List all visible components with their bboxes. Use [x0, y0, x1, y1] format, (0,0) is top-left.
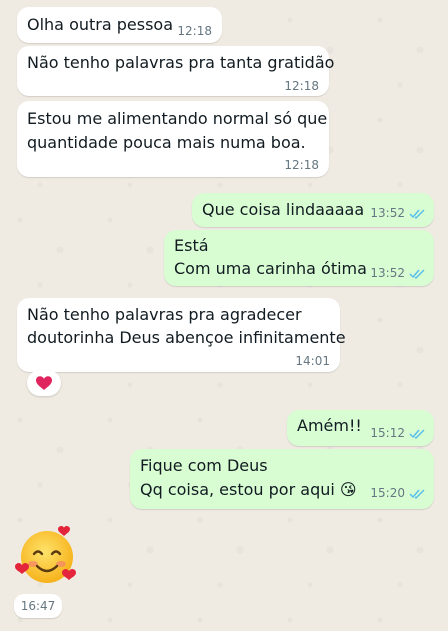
message-time: 12:18	[177, 24, 212, 38]
emoji-time-badge: 16:47	[14, 594, 62, 618]
read-receipt-icon	[409, 268, 426, 279]
message-text: Que coisa lindaaaaa	[202, 200, 365, 219]
message-text: Olha outra pessoa	[27, 15, 174, 34]
message-time: 15:20	[370, 486, 426, 500]
message-text: Qq coisa, estou por aqui 😘	[140, 480, 357, 499]
emoji-message[interactable]: 16:47	[14, 524, 84, 624]
message-bubble-outgoing[interactable]: Fique com Deus Qq coisa, estou por aqui …	[130, 449, 434, 509]
red-heart-icon	[36, 375, 52, 391]
message-text: quantidade pouca mais numa boa.	[27, 133, 306, 152]
message-text: Fique com Deus	[140, 456, 268, 475]
message-text: Está	[174, 236, 209, 255]
message-bubble-incoming[interactable]: Não tenho palavras pra tanta gratidão 12…	[17, 46, 334, 96]
message-bubble-incoming[interactable]: Olha outra pessoa 12:18	[17, 7, 222, 43]
message-bubble-outgoing[interactable]: Amém!! 15:12	[287, 410, 434, 446]
read-receipt-icon	[409, 428, 426, 439]
message-text: doutorinha Deus abençoe infinitamente	[27, 328, 346, 347]
message-time: 12:18	[284, 79, 319, 93]
message-text: Não tenho palavras pra tanta gratidão	[27, 53, 335, 72]
message-time: 15:12	[370, 426, 426, 440]
message-bubble-incoming[interactable]: Não tenho palavras pra agradecer doutori…	[17, 298, 346, 372]
read-receipt-icon	[409, 488, 426, 499]
message-text: Amém!!	[297, 416, 362, 435]
message-bubble-outgoing[interactable]: Que coisa lindaaaaa 13:52	[192, 193, 434, 227]
message-text: Com uma carinha ótima	[174, 259, 367, 278]
message-time: 12:18	[284, 158, 319, 172]
message-bubble-outgoing[interactable]: Está Com uma carinha ótima 13:52	[164, 230, 434, 286]
message-time: 16:47	[20, 599, 56, 613]
message-time: 13:52	[370, 266, 426, 280]
message-text: Estou me alimentando normal só que	[27, 109, 328, 128]
message-bubble-incoming[interactable]: Estou me alimentando normal só que quant…	[17, 101, 329, 177]
message-text: Não tenho palavras pra agradecer	[27, 305, 302, 324]
message-time: 13:52	[370, 206, 426, 220]
smiling-face-with-hearts-icon	[14, 524, 80, 586]
read-receipt-icon	[409, 208, 426, 219]
message-reaction[interactable]	[27, 370, 61, 396]
message-time: 14:01	[295, 354, 330, 368]
